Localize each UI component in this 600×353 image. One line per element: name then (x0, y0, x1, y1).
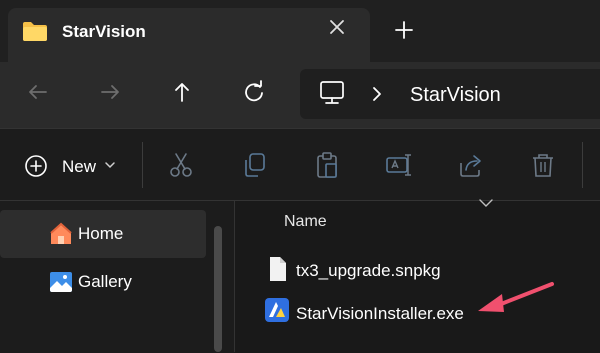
arrow-left-icon[interactable] (24, 78, 52, 106)
annotation-arrow-icon (478, 282, 554, 312)
monitor-icon[interactable] (318, 80, 346, 106)
folder-icon (23, 22, 47, 41)
arrow-right-icon[interactable] (96, 78, 124, 106)
nav-item-label: Home (78, 224, 124, 243)
cut-icon[interactable] (166, 150, 196, 180)
home-icon (50, 222, 72, 244)
tab-title: StarVision (62, 22, 146, 41)
column-header-name[interactable]: Name (284, 213, 327, 231)
share-icon[interactable] (456, 150, 486, 180)
file-icon (270, 257, 286, 281)
arrow-up-icon[interactable] (168, 78, 196, 106)
new-button[interactable]: New (62, 157, 96, 177)
add-circle-icon[interactable] (24, 154, 48, 178)
paste-icon[interactable] (312, 150, 342, 180)
file-name[interactable]: StarVisionInstaller.exe (296, 304, 464, 324)
chevron-down-icon[interactable] (104, 160, 116, 170)
close-icon[interactable] (322, 12, 352, 42)
nav-item-label: Gallery (78, 272, 132, 291)
separator (142, 142, 143, 188)
breadcrumb-current[interactable]: StarVision (410, 84, 501, 107)
chevron-right-icon[interactable] (370, 85, 384, 103)
delete-icon[interactable] (528, 150, 558, 180)
refresh-icon[interactable] (240, 78, 268, 106)
separator (582, 142, 583, 188)
rename-icon[interactable] (384, 150, 414, 180)
scrollbar[interactable] (214, 226, 222, 352)
gallery-icon (50, 272, 72, 292)
sort-chevron-icon[interactable] (478, 198, 494, 208)
plus-icon[interactable] (392, 18, 416, 42)
file-name[interactable]: tx3_upgrade.snpkg (296, 261, 441, 281)
installer-icon (265, 298, 289, 322)
copy-icon[interactable] (240, 150, 270, 180)
